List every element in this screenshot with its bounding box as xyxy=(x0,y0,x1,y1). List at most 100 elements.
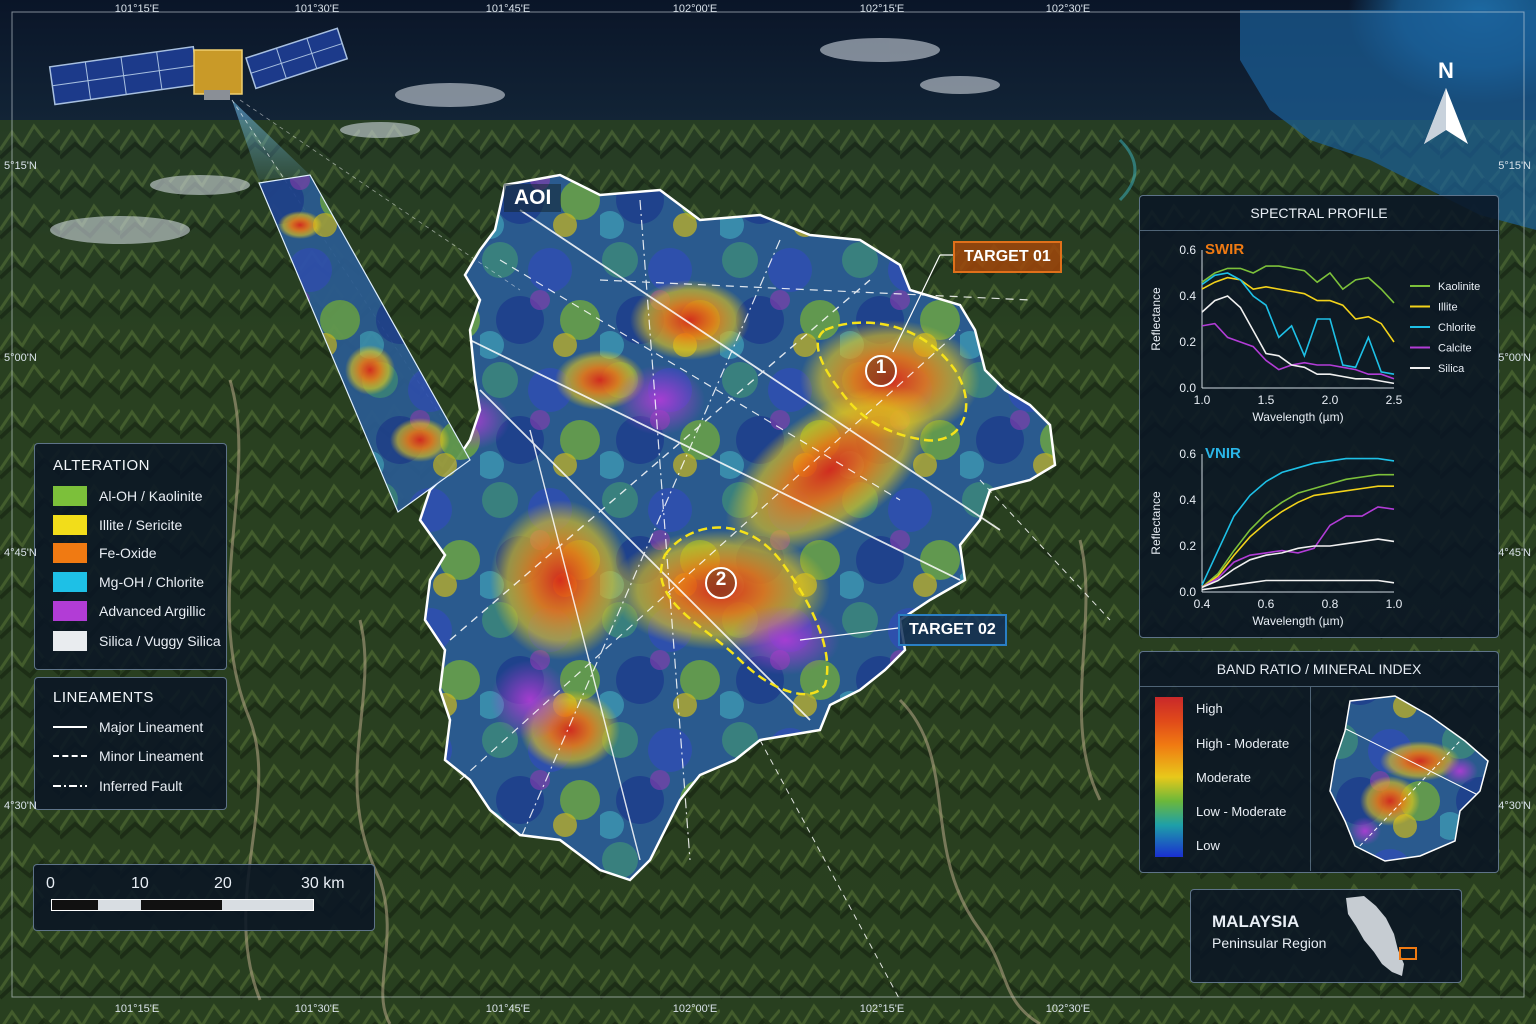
scale-tick-20: 20 xyxy=(214,875,232,892)
series-line-silica-low xyxy=(1201,579,1395,591)
legend-item-fe-oxide: Fe-Oxide xyxy=(53,542,157,564)
latitude-label-right: 4°30'N xyxy=(1498,800,1531,812)
latitude-label-right: 5°00'N xyxy=(1498,352,1531,364)
swatch-white-icon xyxy=(53,631,87,651)
x-tick-label: 1.0 xyxy=(1194,393,1211,407)
scale-bar: 0 10 20 30 km xyxy=(33,864,375,931)
north-label: N xyxy=(1438,58,1454,83)
target-01-callout[interactable]: TARGET 01 xyxy=(953,241,1062,273)
legend-item-silica: Silica / Vuggy Silica xyxy=(53,630,221,652)
x-tick-label: 1.5 xyxy=(1258,393,1275,407)
y-tick-label: 0.6 xyxy=(1179,447,1196,461)
study-area-indicator xyxy=(1399,947,1417,960)
x-tick-label: 2.5 xyxy=(1386,393,1403,407)
legend-label-chlorite: Chlorite xyxy=(1438,322,1476,334)
latitude-label-left: 4°45'N xyxy=(4,547,37,559)
alteration-legend: ALTERATION Al-OH / Kaolinite Illite / Se… xyxy=(34,443,227,670)
swatch-orange-icon xyxy=(53,543,87,563)
dash-dot-line-icon xyxy=(53,785,87,787)
longitude-label-bottom: 102°00'E xyxy=(672,1003,718,1015)
legend-item-chlorite: Mg-OH / Chlorite xyxy=(53,571,204,593)
band-ratio-title: BAND RATIO / MINERAL INDEX xyxy=(1140,652,1498,687)
longitude-label-bottom: 101°30'E xyxy=(294,1003,340,1015)
series-line-chlorite xyxy=(1201,272,1395,375)
locator-country: MALAYSIA xyxy=(1212,912,1300,931)
spectral-profile-title: SPECTRAL PROFILE xyxy=(1140,196,1498,231)
longitude-label-bottom: 101°45'E xyxy=(485,1003,531,1015)
y-tick-label: 0.2 xyxy=(1179,539,1196,553)
target-02-callout[interactable]: TARGET 02 xyxy=(898,614,1007,646)
y-axis-label: Reflectance xyxy=(1149,491,1163,555)
longitude-label-bottom: 102°30'E xyxy=(1045,1003,1091,1015)
band-class-label: Low - Moderate xyxy=(1196,804,1287,819)
scale-tick-10: 10 xyxy=(131,875,149,892)
scale-bar-graphic xyxy=(51,899,314,911)
longitude-label-top: 101°15'E xyxy=(114,3,160,15)
series-line-calcite xyxy=(1201,322,1395,380)
locator-panel: MALAYSIA Peninsular Region xyxy=(1190,889,1462,983)
north-arrow-icon xyxy=(1424,88,1468,144)
x-tick-label: 0.4 xyxy=(1194,597,1211,611)
y-tick-label: 0.4 xyxy=(1179,289,1196,303)
latitude-label-left: 4°30'N xyxy=(4,800,37,812)
series-line-illite xyxy=(1201,276,1395,343)
band-ratio-colorbar xyxy=(1155,697,1183,857)
swatch-yellow-icon xyxy=(53,515,87,535)
longitude-label-top: 101°45'E xyxy=(485,3,531,15)
legend-minor-lineament: Minor Lineament xyxy=(53,745,203,767)
chart-title: VNIR xyxy=(1205,445,1241,462)
swatch-green-icon xyxy=(53,486,87,506)
longitude-label-top: 102°15'E xyxy=(859,3,905,15)
legend-label-illite: Illite xyxy=(1438,302,1458,314)
series-line-kaolinite xyxy=(1201,265,1395,304)
x-tick-label: 0.8 xyxy=(1322,597,1339,611)
legend-item-argillic: Advanced Argillic xyxy=(53,600,206,622)
lineaments-legend-title: LINEAMENTS xyxy=(53,689,154,706)
longitude-label-top: 102°30'E xyxy=(1045,3,1091,15)
spectral-profile-panel: SPECTRAL PROFILE 0.0 0.2 0.4 0.6 1.0 1.5 2.0 2.… xyxy=(1139,195,1499,638)
legend-major-lineament: Major Lineament xyxy=(53,716,203,738)
band-ratio-mini-map xyxy=(1329,695,1489,862)
alteration-legend-title: ALTERATION xyxy=(53,457,150,474)
band-class-label: High xyxy=(1196,701,1223,716)
longitude-label-bottom: 102°15'E xyxy=(859,1003,905,1015)
target-01-number: 1 xyxy=(875,357,887,378)
swatch-cyan-icon xyxy=(53,572,87,592)
dashed-line-icon xyxy=(53,755,87,757)
y-axis-label: Reflectance xyxy=(1149,287,1163,351)
y-tick-label: 0.6 xyxy=(1179,243,1196,257)
vnir-chart: 0.00.20.40.60.4 0.6 0.8 1.0Wavelength (µm)R… xyxy=(1149,445,1403,628)
x-tick-label: 1.0 xyxy=(1386,597,1403,611)
x-axis-label: Wavelength (µm) xyxy=(1252,614,1343,628)
band-class-label: Low xyxy=(1196,838,1220,853)
x-axis-label: Wavelength (µm) xyxy=(1252,410,1343,424)
y-tick-label: 0.2 xyxy=(1179,335,1196,349)
scale-tick-0: 0 xyxy=(46,875,55,892)
legend-label-kaolinite: Kaolinite xyxy=(1438,281,1480,293)
scale-tick-30: 30 km xyxy=(301,875,345,892)
legend-item-kaolinite: Al-OH / Kaolinite xyxy=(53,485,202,507)
swatch-purple-icon xyxy=(53,601,87,621)
latitude-label-right: 4°45'N xyxy=(1498,547,1531,559)
x-tick-label: 0.6 xyxy=(1258,597,1275,611)
band-class-label: Moderate xyxy=(1196,770,1251,785)
legend-label-silica: Silica xyxy=(1438,363,1465,375)
y-tick-label: 0.4 xyxy=(1179,493,1196,507)
lineaments-legend: LINEAMENTS Major Lineament Minor Lineame… xyxy=(34,677,227,810)
longitude-label-bottom: 101°15'E xyxy=(114,1003,160,1015)
series-line-calcite xyxy=(1201,506,1395,589)
chart-title: SWIR xyxy=(1205,241,1244,258)
peninsular-malaysia-map-icon xyxy=(1346,896,1417,976)
solid-line-icon xyxy=(53,726,87,728)
latitude-label-left: 5°15'N xyxy=(4,160,37,172)
locator-region: Peninsular Region xyxy=(1212,935,1327,951)
longitude-label-top: 102°00'E xyxy=(672,3,718,15)
x-tick-label: 2.0 xyxy=(1322,393,1339,407)
longitude-label-top: 101°30'E xyxy=(294,3,340,15)
legend-inferred-fault: Inferred Fault xyxy=(53,775,182,797)
aoi-label: AOI xyxy=(504,184,562,212)
target-02-number: 2 xyxy=(715,569,727,590)
band-ratio-panel: BAND RATIO / MINERAL INDEX High High - Mo… xyxy=(1139,651,1499,873)
map-canvas: N AOI 1 2 TARGET 01 TARGET 02 ALTERATION… xyxy=(0,0,1536,1024)
latitude-label-right: 5°15'N xyxy=(1498,160,1531,172)
